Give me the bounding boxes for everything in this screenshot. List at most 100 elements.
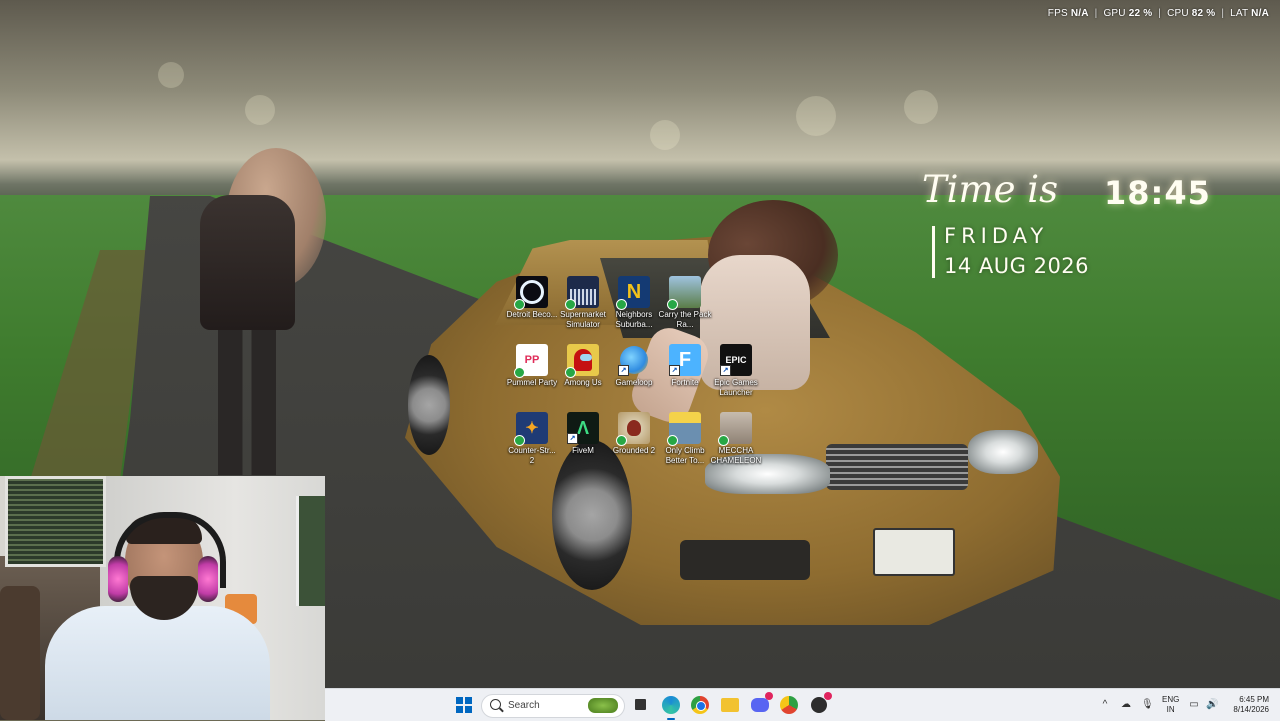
discord-icon — [751, 698, 769, 712]
desktop-icon-label: Pummel Party — [506, 378, 558, 387]
search-placeholder: Search — [508, 700, 540, 711]
epic-games-icon: EPIC ↗ — [720, 344, 752, 376]
taskbar-app-chrome[interactable] — [690, 695, 710, 715]
lat-value: N/A — [1251, 8, 1269, 19]
wallpaper-car-headlight — [968, 430, 1038, 474]
wallpaper-bokeh — [796, 96, 836, 136]
taskbar-clock[interactable]: 6:45 PM 8/14/2026 — [1223, 695, 1269, 715]
wallpaper-car-plate — [873, 528, 955, 576]
chevron-up-icon[interactable]: ^ — [1099, 699, 1111, 711]
taskbar-time: 6:45 PM — [1239, 695, 1269, 704]
network-icon[interactable]: ▭ — [1188, 699, 1200, 711]
desktop-icon-grounded[interactable]: Grounded 2 — [607, 412, 661, 478]
microphone-icon[interactable]: 🎙 — [1141, 699, 1154, 711]
desktop-icon-label: Counter-Str... 2 — [508, 446, 556, 465]
desktop-icon-pummel-party[interactable]: PP Pummel Party — [505, 344, 559, 410]
taskbar-app-folder[interactable] — [720, 695, 740, 715]
desktop-icon-fortnite[interactable]: F ↗ Fortnite — [658, 344, 712, 410]
chrome-icon — [691, 696, 709, 714]
supermarket-simulator-icon — [565, 276, 599, 310]
fps-value: N/A — [1070, 8, 1089, 19]
cloud-icon[interactable]: ☁ — [1120, 699, 1132, 711]
taskbar-app-edge[interactable] — [661, 695, 681, 720]
desktop-icon-label: Detroit Beco... — [506, 310, 558, 319]
counter-strike-icon: ✦ — [514, 412, 548, 446]
fivem-icon: Λ ↗ — [567, 412, 599, 444]
clock-day: FRIDAY — [944, 224, 1049, 248]
edge-icon — [662, 696, 680, 714]
cpu-value: 82 % — [1191, 8, 1216, 19]
meccha-chameleon-icon — [718, 412, 752, 446]
desktop-icon-detroit[interactable]: Detroit Beco... — [505, 276, 559, 342]
desktop-icon-epic-games[interactable]: EPIC ↗ Epic Games Launcher — [709, 344, 763, 410]
windows-icon — [456, 697, 473, 714]
desktop-icon-label: Fortnite — [671, 378, 699, 387]
wallpaper-car-vent — [680, 540, 810, 580]
desktop-icon-meccha-chameleon[interactable]: MECCHA CHAMELEON — [709, 412, 763, 478]
wallpaper-car-grille — [826, 444, 968, 490]
only-climb-icon — [667, 412, 701, 446]
fortnite-icon: F ↗ — [669, 344, 701, 376]
wallpaper-treeline — [0, 160, 1280, 200]
neighbors-icon: N — [616, 276, 650, 310]
gpu-label: GPU — [1103, 8, 1126, 19]
search-icon — [490, 699, 501, 710]
desktop-icon-gameloop[interactable]: ↗ Gameloop — [607, 344, 661, 410]
desktop-icon-label: FiveM — [572, 446, 594, 455]
cpu-label: CPU — [1167, 8, 1189, 19]
language-region: IN — [1166, 705, 1175, 714]
taskbar-app-chrome-profile[interactable] — [779, 695, 799, 715]
taskbar-app-other[interactable] — [809, 692, 832, 715]
desktop-icon-label: Only Climb Better To... — [665, 446, 705, 465]
desktop-icon-carry-the-pack[interactable]: Carry the Pack Ra... — [658, 276, 712, 342]
gameloop-icon: ↗ — [618, 344, 650, 376]
volume-icon[interactable]: 🔊 — [1206, 699, 1218, 711]
taskbar-app-file-explorer[interactable] — [631, 695, 651, 715]
desktop-icon-grid: Detroit Beco... Supermarket Simulator N … — [505, 276, 770, 476]
taskbar: Search ^ ☁ 🎙 ENG IN ▭ 🔊 6:45 PM 8/14/202… — [325, 688, 1280, 721]
language-indicator[interactable]: ENG IN — [1162, 695, 1179, 715]
carry-the-pack-icon — [667, 276, 701, 310]
overlay-separator: | — [1094, 8, 1098, 19]
desktop-icon-label: Epic Games Launcher — [714, 378, 758, 397]
folder-icon — [721, 698, 739, 712]
among-us-icon — [565, 344, 599, 378]
clock-date: 14 AUG 2026 — [944, 254, 1090, 278]
wallpaper-bokeh — [904, 90, 938, 124]
wallpaper-bokeh — [158, 62, 184, 88]
chrome-profile-icon — [780, 696, 798, 714]
desktop-icon-label: Carry the Pack Ra... — [658, 310, 712, 329]
clock-label: Time is — [922, 168, 1059, 211]
desktop-icon-only-climb[interactable]: Only Climb Better To... — [658, 412, 712, 478]
desktop-icon-counter-strike[interactable]: ✦ Counter-Str... 2 — [505, 412, 559, 478]
desktop-icon-label: Grounded 2 — [612, 446, 656, 455]
taskbar-date: 8/14/2026 — [1233, 705, 1269, 714]
taskbar-search[interactable]: Search — [481, 694, 625, 718]
search-highlight-icon — [588, 698, 618, 713]
wallpaper-girl-body — [200, 195, 295, 330]
performance-overlay: FPS N/A | GPU 22 % | CPU 82 % | LAT N/A — [1048, 8, 1269, 19]
fps-label: FPS — [1047, 8, 1068, 19]
pummel-party-icon: PP — [514, 344, 548, 378]
wallpaper-car-wheel — [408, 355, 450, 455]
start-button[interactable] — [454, 695, 474, 715]
desktop-icon-among-us[interactable]: Among Us — [556, 344, 610, 410]
overlay-separator: | — [1158, 8, 1162, 19]
wallpaper-bokeh — [650, 120, 680, 150]
wallpaper-bokeh — [245, 95, 275, 125]
desktop-icon-fivem[interactable]: Λ ↗ FiveM — [556, 412, 610, 478]
language-code: ENG — [1162, 695, 1180, 704]
clock-divider — [932, 226, 935, 278]
overlay-separator: | — [1221, 8, 1225, 19]
wallpaper-girl-legs — [218, 330, 276, 475]
desktop-icon-label: Supermarket Simulator — [560, 310, 606, 329]
desktop-icon-neighbors[interactable]: N Neighbors Suburba... — [607, 276, 661, 342]
taskbar-app-discord[interactable] — [750, 692, 773, 715]
desktop-icon-label: MECCHA CHAMELEON — [710, 446, 762, 465]
grounded-icon — [616, 412, 650, 446]
app-icon — [811, 697, 827, 713]
notification-badge — [765, 692, 773, 700]
notification-badge — [824, 692, 832, 700]
desktop-icon-supermarket-simulator[interactable]: Supermarket Simulator — [556, 276, 610, 342]
desktop-icon-label: Neighbors Suburba... — [615, 310, 653, 329]
